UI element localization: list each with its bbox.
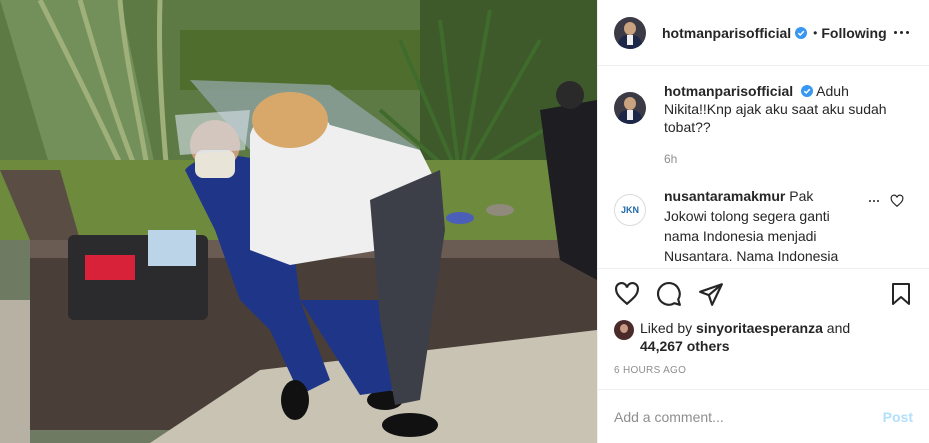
likes-summary: Liked by sinyoritaesperanza and 44,267 o… — [614, 319, 913, 355]
post-comment-button[interactable]: Post — [883, 409, 913, 425]
liker-username[interactable]: sinyoritaesperanza — [696, 320, 823, 336]
header-separator: • — [813, 25, 818, 40]
comment-icon[interactable] — [656, 281, 682, 307]
more-options-icon[interactable] — [889, 21, 913, 45]
comment-like-heart-icon[interactable] — [890, 194, 904, 208]
following-button[interactable]: Following — [821, 25, 886, 41]
heart-icon[interactable] — [614, 281, 640, 307]
verified-badge-icon — [801, 85, 814, 97]
liker-avatar[interactable] — [614, 320, 634, 340]
comment-input[interactable] — [614, 408, 883, 425]
caption-time[interactable]: 6h — [664, 150, 913, 168]
post-timestamp[interactable]: 6 HOURS AGO — [614, 365, 913, 376]
author-avatar[interactable] — [614, 16, 646, 49]
post-photo[interactable] — [0, 0, 597, 443]
likes-and: and — [826, 320, 851, 336]
author-username[interactable]: hotmanparisofficial — [662, 25, 791, 41]
post-sidebar: hotmanparisofficial • Following hotmanpa… — [597, 0, 929, 443]
post-actions: Liked by sinyoritaesperanza and 44,267 o… — [598, 268, 929, 376]
post-caption: hotmanparisofficial Aduh Nikita!!Knp aja… — [614, 82, 913, 168]
post-header: hotmanparisofficial • Following — [598, 0, 929, 66]
comments-section[interactable]: hotmanparisofficial Aduh Nikita!!Knp aja… — [598, 66, 929, 268]
comment-item: JKN nusantaramakmur Pak Jokowi tolong se… — [614, 186, 913, 268]
caption-avatar[interactable] — [614, 92, 646, 124]
commenter-avatar[interactable]: JKN — [614, 194, 646, 226]
likes-prefix: Liked by — [640, 320, 693, 336]
commenter-username[interactable]: nusantaramakmur — [664, 188, 785, 204]
caption-username[interactable]: hotmanparisofficial — [664, 83, 793, 99]
verified-badge-icon — [795, 26, 808, 39]
photo-scene — [0, 0, 597, 443]
bookmark-icon[interactable] — [889, 281, 913, 307]
instagram-post: hotmanparisofficial • Following hotmanpa… — [0, 0, 929, 443]
comment-more-icon[interactable] — [864, 194, 884, 208]
share-icon[interactable] — [698, 281, 724, 307]
likes-others[interactable]: 44,267 others — [640, 338, 730, 354]
add-comment-bar: Post — [598, 389, 929, 443]
